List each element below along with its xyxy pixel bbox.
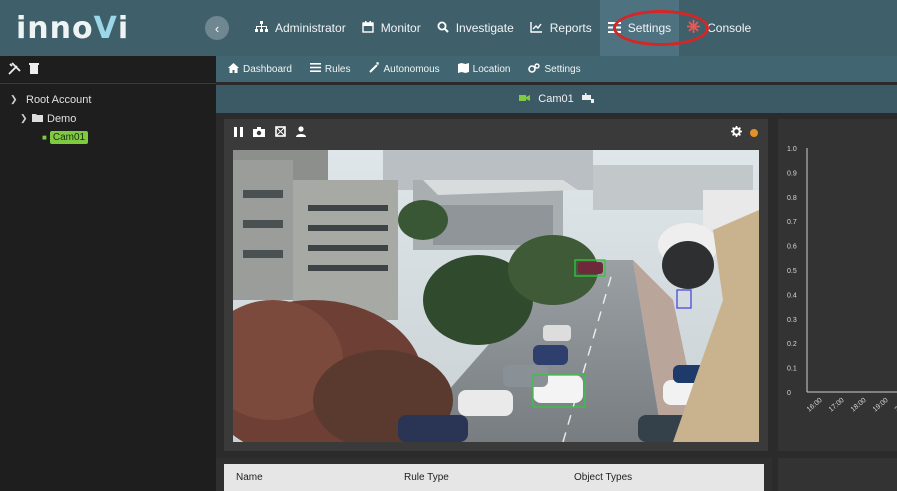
left-panel: ❯ Root Account ❯ Demo ■ Cam01 [0,56,216,491]
account-tree: ❯ Root Account ❯ Demo ■ Cam01 [0,84,216,147]
logo-text-3: i [117,10,130,46]
user-icon[interactable] [296,126,306,140]
wand-icon [368,62,380,76]
sitemap-icon [255,20,268,36]
camera-video-feed[interactable] [233,150,759,442]
map-icon [457,62,469,76]
tree-item-cam01[interactable]: ■ Cam01 [0,128,216,147]
chart-y-tick-label: 0.3 [787,317,797,324]
subnav-dashboard[interactable]: Dashboard [228,62,292,76]
rules-table-panel: Name Rule Type Object Types [216,458,772,491]
tree-cam01-label: Cam01 [49,131,89,144]
camera-title: Cam01 [538,93,574,105]
chart-y-tick-label: 0.9 [787,170,797,177]
search-icon [437,21,449,36]
crop-icon[interactable] [275,126,286,140]
activity-chart: 1.0 0.9 0.8 0.7 0.6 0.5 0.4 0.3 0.2 0.1 0 16:00 17:0… [787,146,897,414]
column-header-name[interactable]: Name [236,472,263,483]
camera-icon[interactable] [253,126,265,140]
nav-console-label: Console [707,21,752,35]
nav-investigate[interactable]: Investigate [429,0,522,56]
pause-icon[interactable] [234,126,243,140]
settings-subnav: Dashboard Rules Autonomous Location Sett… [216,56,897,82]
tree-root-label: Root Account [26,93,92,106]
tools-icon[interactable] [8,61,21,78]
chart-panel: 1.0 0.9 0.8 0.7 0.6 0.5 0.4 0.3 0.2 0.1 0 16:00 17:0… [778,119,897,451]
video-toolbar-right [731,126,758,140]
nav-monitor-label: Monitor [380,21,421,35]
settings-highlight-ring [613,10,709,46]
chart-x-tick-label: 18:00 [850,397,868,414]
chart-y-tick-label: 0.5 [787,268,797,275]
subnav-dashboard-label: Dashboard [243,63,292,75]
video-panel [224,119,768,451]
video-camera-icon [519,94,531,105]
subnav-settings[interactable]: Settings [528,62,581,76]
nav-reports[interactable]: Reports [522,0,600,56]
tree-item-root[interactable]: ❯ Root Account [0,90,216,109]
app-root: inno Vi ‹ Administrator Monitor Investiga [0,0,897,491]
logo-text-1: inno [16,10,94,46]
trash-icon[interactable] [29,62,39,77]
chart-y-tick-label: 0.7 [787,219,797,226]
rules-table-header: Name Rule Type Object Types [224,464,764,491]
subnav-settings-label: Settings [544,63,581,75]
nav-investigate-label: Investigate [455,21,514,35]
subnav-location[interactable]: Location [457,62,511,76]
nav-reports-label: Reports [549,21,592,35]
logo-text-2: V [93,10,118,46]
chart-x-tick-label: 19:00 [872,397,890,414]
status-dot-icon [750,129,758,137]
chevron-down-icon[interactable]: ❯ [10,94,22,105]
chart-y-tick-label: 0.1 [787,366,797,373]
subnav-autonomous-label: Autonomous [383,63,440,75]
camera-title-bar: Cam01 [216,85,897,113]
subnav-rules[interactable]: Rules [309,63,351,75]
video-camera-icon: ■ [42,133,47,142]
street-scene-image [233,150,759,442]
cogs-icon [528,62,541,76]
bottom-right-panel [778,458,897,491]
column-header-object-types[interactable]: Object Types [574,472,632,483]
chart-y-tick-label: 0 [787,390,791,397]
column-header-rule-type[interactable]: Rule Type [404,472,449,483]
list-icon [309,63,321,75]
chart-icon [530,21,543,36]
subnav-rules-label: Rules [324,63,351,75]
chart-y-tick-label: 0.4 [787,292,797,299]
chart-x-tick-label: 17:00 [828,397,846,414]
camera-mount-icon[interactable] [581,92,594,106]
chevron-left-icon[interactable]: ‹ [205,16,229,40]
video-toolbar [224,119,768,147]
chart-y-tick-label: 1.0 [787,146,797,153]
folder-icon [32,113,43,125]
gear-icon[interactable] [731,126,742,140]
chart-x-tick-label: 16:00 [806,397,824,414]
top-header: inno Vi ‹ Administrator Monitor Investiga [0,0,897,56]
chart-y-tick-label: 0.2 [787,341,797,348]
chevron-down-icon[interactable]: ❯ [20,113,32,124]
calendar-icon [361,20,374,36]
subnav-autonomous[interactable]: Autonomous [368,62,440,76]
tree-demo-label: Demo [47,112,77,125]
chart-y-tick-label: 0.6 [787,244,797,251]
nav-administrator[interactable]: Administrator [247,0,354,56]
nav-administrator-label: Administrator [275,21,346,35]
tree-item-demo[interactable]: ❯ Demo [0,109,216,128]
left-toolbar [0,56,216,84]
subnav-location-label: Location [472,63,511,75]
home-icon [228,62,239,76]
innovi-logo[interactable]: inno Vi [0,0,205,56]
chart-y-tick-label: 0.8 [787,195,797,202]
nav-monitor[interactable]: Monitor [354,0,429,56]
